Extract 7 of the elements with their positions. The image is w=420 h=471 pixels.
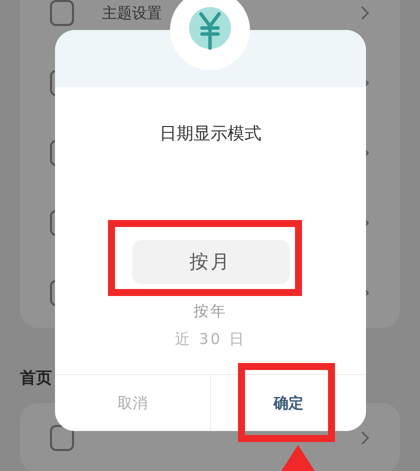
picker-option[interactable]: 按月: [132, 240, 290, 284]
section-title: 首页: [20, 368, 53, 389]
dialog-title: 日期显示模式: [160, 123, 262, 145]
row-label: 主题设置: [102, 4, 162, 22]
picker-option[interactable]: 按年: [194, 300, 228, 322]
cancel-button[interactable]: 取消: [55, 375, 211, 431]
picker-option[interactable]: 近 30 日: [175, 328, 246, 350]
